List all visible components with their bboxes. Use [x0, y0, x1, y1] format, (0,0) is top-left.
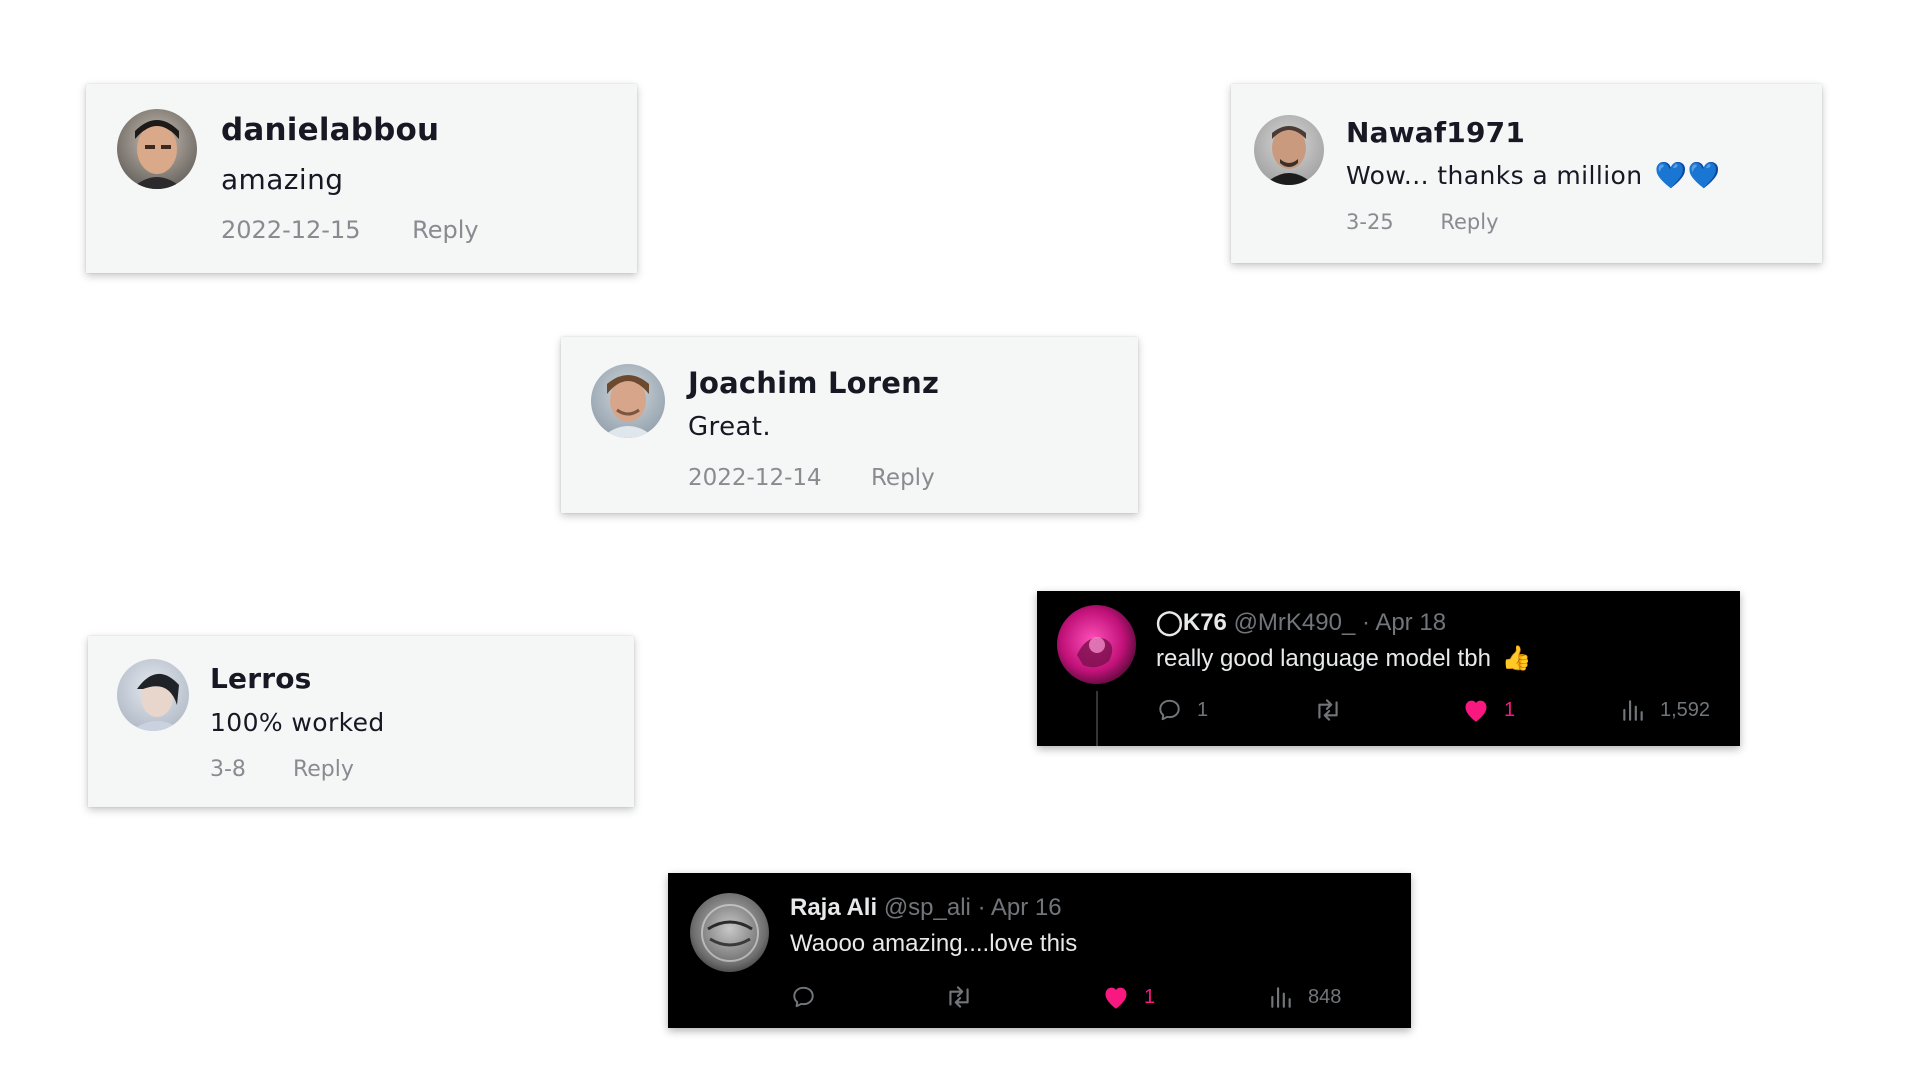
- comment-meta: 2022-12-15 Reply: [221, 216, 479, 244]
- avatar-photo-icon: [591, 364, 665, 438]
- thread-line: [1096, 691, 1098, 746]
- avatar-photo-icon: [117, 109, 197, 189]
- like-count: 1: [1504, 698, 1516, 721]
- separator: ·: [1361, 609, 1370, 636]
- user-handle[interactable]: @MrK490_: [1234, 609, 1356, 636]
- avatar[interactable]: [117, 109, 197, 189]
- comment-card: Lerros 100% worked 3-8 Reply: [88, 636, 634, 807]
- comment-card: danielabbou amazing 2022-12-15 Reply: [86, 84, 637, 273]
- repost-arrows-icon: [949, 986, 969, 1008]
- comment-date: 3-25: [1346, 210, 1394, 234]
- post-card: ◯K76 @MrK490_ · Apr 18 really good langu…: [1037, 591, 1740, 746]
- view-count: 1,592: [1660, 698, 1711, 721]
- post-header: ◯K76 @MrK490_ · Apr 18: [1156, 608, 1446, 637]
- comment-date: 2022-12-15: [221, 216, 361, 244]
- reply-button[interactable]: 1: [1156, 697, 1208, 723]
- repost-button[interactable]: [1313, 697, 1343, 723]
- comment-username[interactable]: danielabbou: [221, 112, 439, 148]
- comment-date: 3-8: [210, 757, 246, 782]
- avatar-photo-icon: [1254, 115, 1324, 185]
- display-name[interactable]: ◯K76: [1156, 609, 1227, 636]
- speech-bubble-icon: [793, 986, 814, 1008]
- thumbs-up-emoji: 👍: [1501, 645, 1532, 672]
- avatar[interactable]: [117, 659, 189, 731]
- post-text-body: really good language model tbh: [1156, 645, 1491, 672]
- avatar-photo-icon: [117, 659, 189, 731]
- comment-date: 2022-12-14: [688, 465, 822, 491]
- views-button[interactable]: 1,592: [1620, 697, 1710, 723]
- like-button[interactable]: 1: [1462, 697, 1515, 723]
- avatar[interactable]: [1254, 115, 1324, 185]
- comment-meta: 3-25 Reply: [1346, 210, 1499, 234]
- comment-meta: 3-8 Reply: [210, 757, 354, 782]
- post-text: really good language model tbh 👍: [1156, 644, 1531, 673]
- comment-username[interactable]: Nawaf1971: [1346, 116, 1525, 149]
- views-button[interactable]: 848: [1268, 984, 1341, 1010]
- reply-button[interactable]: Reply: [1440, 210, 1498, 234]
- comment-text-body: Wow... thanks a million: [1346, 161, 1643, 190]
- comment-text: 100% worked: [210, 708, 385, 737]
- comment-username[interactable]: Joachim Lorenz: [688, 366, 939, 400]
- avatar[interactable]: [690, 893, 769, 972]
- reply-button[interactable]: Reply: [412, 216, 478, 244]
- repost-arrows-icon: [1318, 699, 1338, 721]
- reply-button[interactable]: Reply: [871, 465, 935, 491]
- reply-button[interactable]: Reply: [293, 757, 354, 782]
- avatar-photo-icon: [1057, 605, 1136, 684]
- comment-card: Nawaf1971 Wow... thanks a million 💙💙 3-2…: [1231, 84, 1822, 263]
- separator: ·: [977, 894, 986, 921]
- avatar[interactable]: [1057, 605, 1136, 684]
- post-header: Raja Ali @sp_ali · Apr 16: [790, 894, 1062, 922]
- comment-username[interactable]: Lerros: [210, 662, 312, 695]
- comment-text: amazing: [221, 163, 344, 196]
- bar-chart-icon: [1271, 987, 1291, 1008]
- blue-heart-emoji: 💙💙: [1654, 161, 1721, 191]
- like-count: 1: [1144, 985, 1156, 1008]
- avatar[interactable]: [591, 364, 665, 438]
- speech-bubble-icon: [1159, 699, 1180, 721]
- comment-text: Wow... thanks a million 💙💙: [1346, 161, 1720, 191]
- heart-icon: [1465, 700, 1487, 722]
- avatar-photo-icon: [690, 893, 769, 972]
- like-button[interactable]: 1: [1102, 984, 1155, 1010]
- post-date[interactable]: Apr 18: [1375, 609, 1446, 636]
- post-card: Raja Ali @sp_ali · Apr 16 Waooo amazing.…: [668, 873, 1411, 1028]
- bar-chart-icon: [1623, 700, 1643, 721]
- repost-button[interactable]: [944, 984, 974, 1010]
- reply-count: 1: [1197, 698, 1209, 721]
- post-text: Waooo amazing....love this: [790, 930, 1078, 957]
- heart-icon: [1105, 987, 1127, 1009]
- post-date[interactable]: Apr 16: [991, 894, 1062, 921]
- comment-card: Joachim Lorenz Great. 2022-12-14 Reply: [561, 337, 1138, 513]
- comment-meta: 2022-12-14 Reply: [688, 465, 935, 491]
- user-handle[interactable]: @sp_ali: [884, 894, 971, 921]
- comment-text: Great.: [688, 412, 772, 442]
- display-name[interactable]: Raja Ali: [790, 894, 877, 921]
- reply-button[interactable]: [790, 984, 817, 1010]
- view-count: 848: [1308, 985, 1342, 1008]
